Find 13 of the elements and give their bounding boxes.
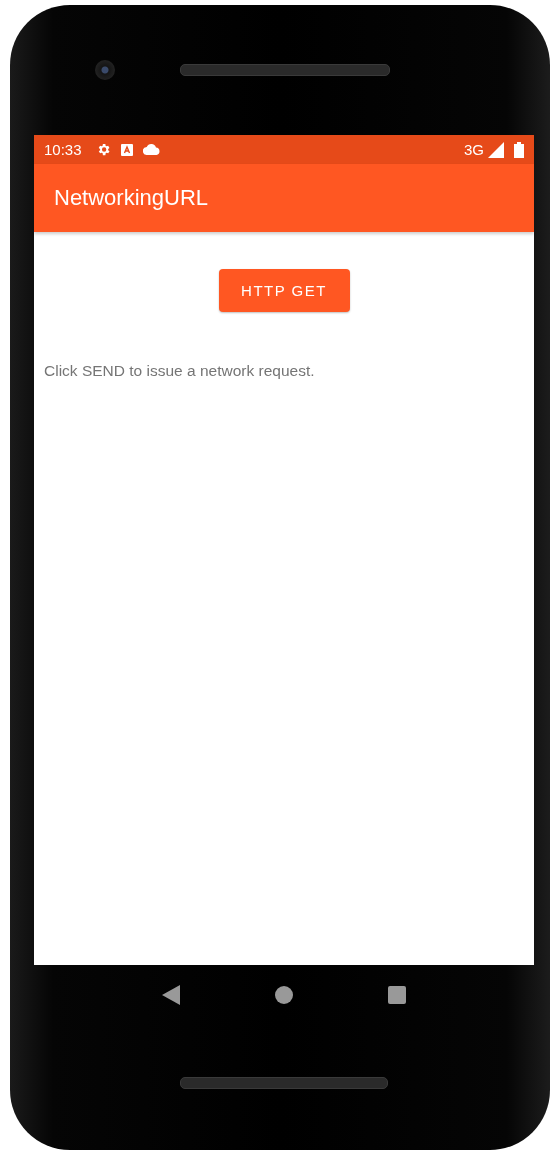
app-title: NetworkingURL bbox=[54, 185, 209, 211]
home-icon[interactable] bbox=[275, 986, 293, 1004]
network-type: 3G bbox=[464, 141, 484, 158]
cloud-icon bbox=[142, 144, 160, 155]
http-get-button[interactable]: HTTP GET bbox=[218, 269, 350, 312]
signal-icon bbox=[488, 141, 504, 158]
font-icon bbox=[120, 143, 133, 156]
camera-lens bbox=[95, 60, 115, 80]
overview-icon[interactable] bbox=[388, 986, 407, 1004]
clock-time: 10:33 bbox=[44, 141, 82, 158]
status-message: Click SEND to issue a network request. bbox=[44, 362, 316, 380]
back-icon[interactable] bbox=[161, 985, 180, 1005]
battery-icon bbox=[514, 141, 524, 158]
